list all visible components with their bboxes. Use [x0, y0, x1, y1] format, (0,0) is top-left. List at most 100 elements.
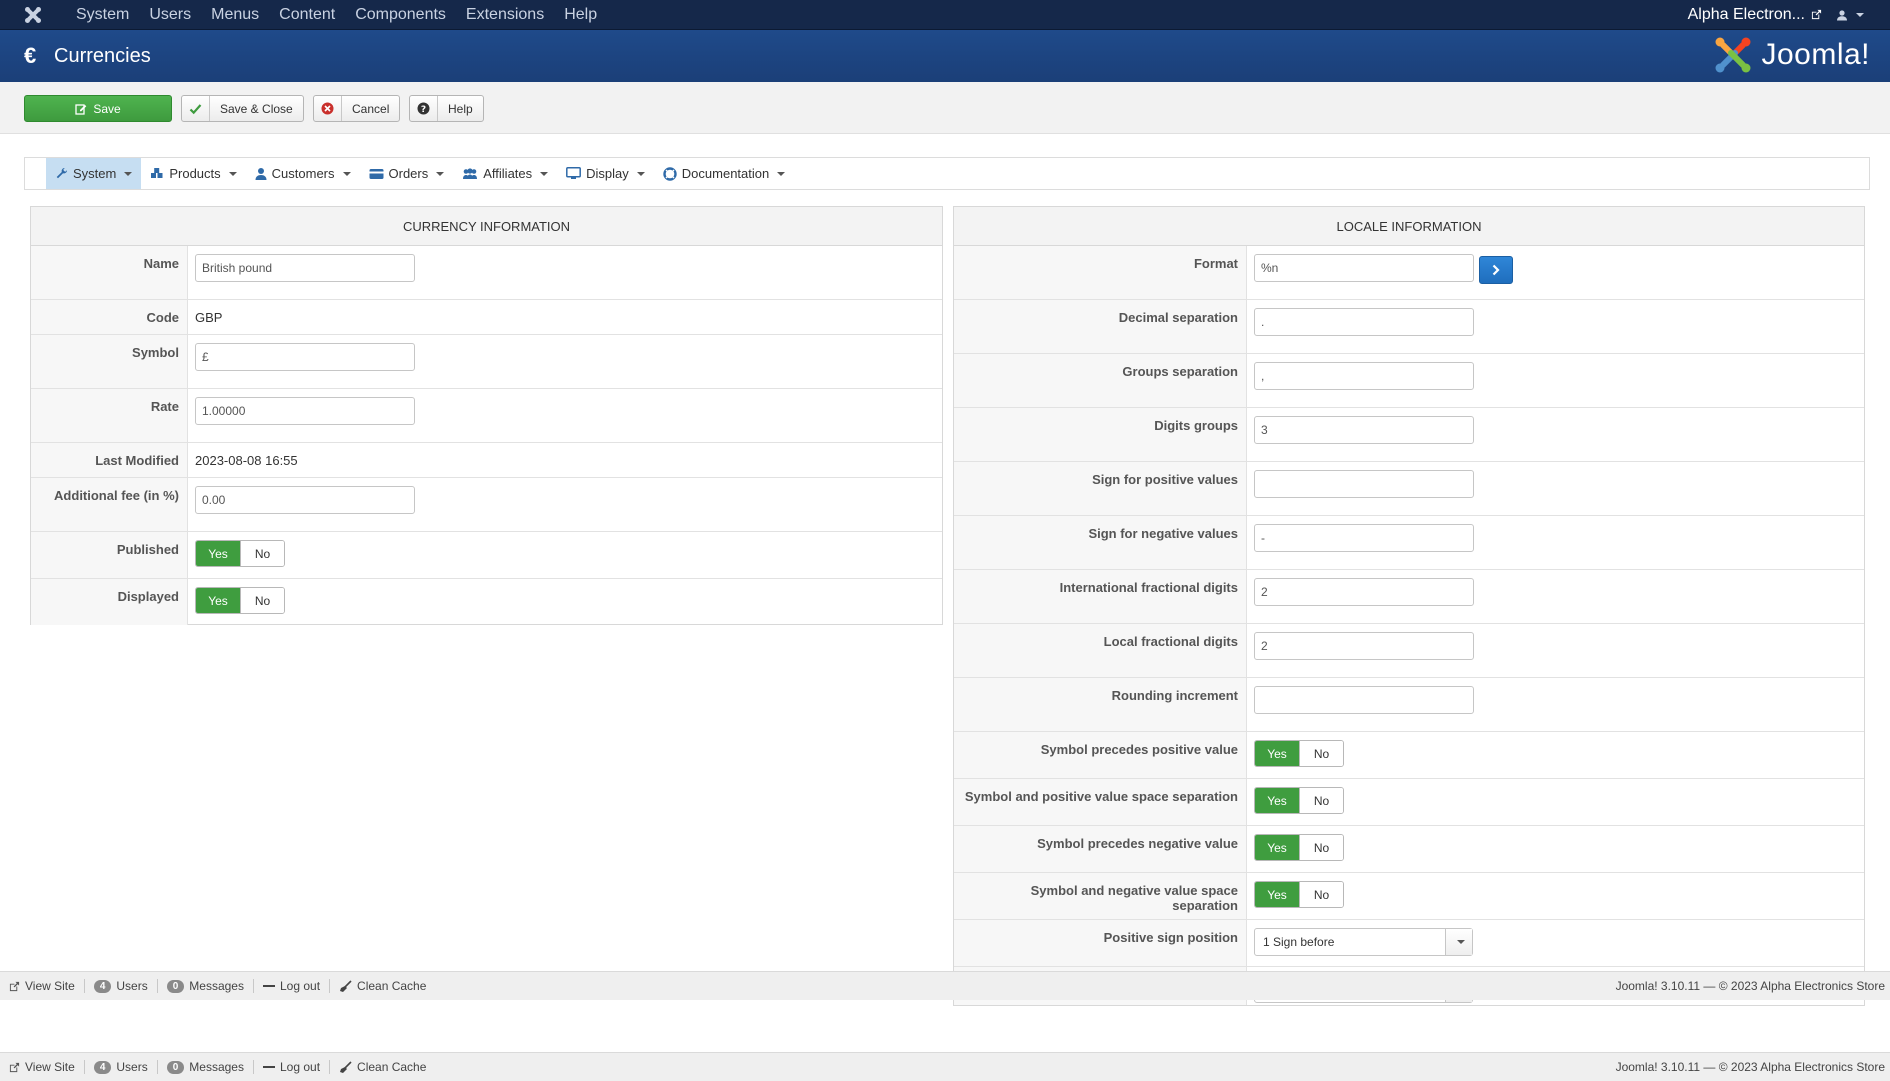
clean-cache-label: Clean Cache [357, 1060, 427, 1074]
user-icon [1837, 9, 1847, 20]
cancel-button[interactable]: Cancel [313, 95, 401, 122]
symbol-precedes-negative-no[interactable]: No [1299, 835, 1343, 860]
currency-information-panel: CURRENCY INFORMATION Name Code GBP Symbo… [30, 206, 943, 625]
submenu-customers[interactable]: Customers [246, 158, 360, 189]
field-label: Sign for positive values [954, 462, 1247, 515]
symbol-precedes-positive-yes[interactable]: Yes [1255, 741, 1299, 766]
rounding-increment-input[interactable] [1254, 686, 1474, 714]
chevron-down-icon [1856, 12, 1864, 17]
groups-separation-input[interactable] [1254, 362, 1474, 390]
rate-input[interactable] [195, 397, 415, 425]
submenu-label: Orders [388, 166, 429, 181]
messages-link[interactable]: 0 Messages [158, 979, 253, 993]
submenu-display[interactable]: Display [557, 158, 654, 189]
chevron-down-icon[interactable] [1445, 929, 1472, 955]
monitor-icon [566, 167, 582, 179]
symbol-positive-space-yes[interactable]: Yes [1255, 788, 1299, 813]
name-input[interactable] [195, 254, 415, 282]
topnav-components[interactable]: Components [345, 6, 456, 24]
code-value: GBP [195, 310, 223, 325]
field-label: Sign for negative values [954, 516, 1247, 569]
published-no-button[interactable]: No [240, 541, 284, 566]
svg-text:?: ? [421, 105, 426, 115]
messages-label: Messages [189, 1060, 244, 1074]
view-site-link[interactable]: View Site [0, 979, 84, 993]
topnav-help[interactable]: Help [554, 6, 607, 24]
row-local-fractional-digits: Local fractional digits [954, 624, 1864, 678]
topnav-content[interactable]: Content [269, 6, 345, 24]
check-icon [182, 96, 210, 121]
joomla-menu-icon[interactable] [0, 0, 66, 30]
published-yes-button[interactable]: Yes [196, 541, 240, 566]
published-toggle: Yes No [195, 540, 285, 567]
chevron-down-icon [228, 171, 237, 176]
save-button[interactable]: Save [24, 95, 172, 122]
positive-sign-position-select[interactable]: 1 Sign before [1254, 928, 1473, 956]
save-close-button[interactable]: Save & Close [181, 95, 304, 122]
submenu-label: Affiliates [483, 166, 533, 181]
broom-icon [340, 979, 352, 992]
messages-link[interactable]: 0 Messages [158, 1060, 253, 1074]
positive-sign-input[interactable] [1254, 470, 1474, 498]
panel-heading: LOCALE INFORMATION [954, 207, 1864, 246]
users-count-badge: 4 [93, 979, 112, 993]
row-symbol-positive-space: Symbol and positive value space separati… [954, 779, 1864, 826]
help-label: Help [448, 101, 473, 116]
last-modified-value: 2023-08-08 16:55 [195, 453, 298, 468]
field-label: Symbol [31, 335, 188, 388]
submenu-system[interactable]: System [46, 158, 142, 189]
symbol-precedes-negative-toggle: Yes No [1254, 834, 1344, 861]
international-fractional-digits-input[interactable] [1254, 578, 1474, 606]
field-label: Decimal separation [954, 300, 1247, 353]
symbol-negative-space-yes[interactable]: Yes [1255, 882, 1299, 907]
edit-icon [75, 103, 87, 115]
symbol-positive-space-toggle: Yes No [1254, 787, 1344, 814]
logout-link[interactable]: Log out [254, 1060, 329, 1074]
users-icon [463, 167, 478, 179]
decimal-separation-input[interactable] [1254, 308, 1474, 336]
symbol-input[interactable] [195, 343, 415, 371]
page-title: Currencies [54, 44, 151, 67]
users-label: Users [116, 1060, 148, 1074]
credit-card-icon [369, 168, 384, 179]
version-info: Joomla! 3.10.11 — © 2023 Alpha Electroni… [1615, 979, 1885, 993]
symbol-negative-space-no[interactable]: No [1299, 882, 1343, 907]
topnav-system[interactable]: System [66, 6, 139, 24]
submenu-products[interactable]: Products [141, 158, 245, 189]
negative-sign-input[interactable] [1254, 524, 1474, 552]
topnav-extensions[interactable]: Extensions [456, 6, 554, 24]
save-label: Save [93, 101, 121, 116]
submenu-documentation[interactable]: Documentation [654, 158, 794, 189]
logout-link[interactable]: Log out [254, 979, 329, 993]
symbol-precedes-positive-no[interactable]: No [1299, 741, 1343, 766]
users-link[interactable]: 4 Users [85, 1060, 157, 1074]
additional-fee-input[interactable] [195, 486, 415, 514]
submenu-orders[interactable]: Orders [360, 158, 454, 189]
view-site-link[interactable]: View Site [0, 1060, 84, 1074]
clean-cache-link[interactable]: Clean Cache [330, 1060, 435, 1074]
displayed-no-button[interactable]: No [240, 588, 284, 613]
submenu-label: Products [169, 166, 221, 181]
format-apply-button[interactable] [1479, 256, 1513, 284]
symbol-precedes-negative-yes[interactable]: Yes [1255, 835, 1299, 860]
clean-cache-link[interactable]: Clean Cache [330, 979, 435, 993]
format-input[interactable] [1254, 254, 1474, 282]
user-icon [255, 168, 267, 180]
digits-groups-input[interactable] [1254, 416, 1474, 444]
local-fractional-digits-input[interactable] [1254, 632, 1474, 660]
displayed-yes-button[interactable]: Yes [196, 588, 240, 613]
site-link[interactable]: Alpha Electron... [1688, 6, 1822, 24]
row-rate: Rate [31, 389, 942, 443]
row-groups-separation: Groups separation [954, 354, 1864, 408]
symbol-positive-space-no[interactable]: No [1299, 788, 1343, 813]
topnav-users[interactable]: Users [139, 6, 201, 24]
user-menu[interactable] [1836, 9, 1864, 21]
cancel-circle-icon [314, 96, 342, 121]
users-link[interactable]: 4 Users [85, 979, 157, 993]
submenu-affiliates[interactable]: Affiliates [453, 158, 557, 189]
minus-icon [262, 1066, 275, 1068]
row-positive-sign: Sign for positive values [954, 462, 1864, 516]
messages-count-badge: 0 [166, 1060, 185, 1074]
topnav-menus[interactable]: Menus [201, 6, 269, 24]
help-button[interactable]: ? Help [409, 95, 484, 122]
